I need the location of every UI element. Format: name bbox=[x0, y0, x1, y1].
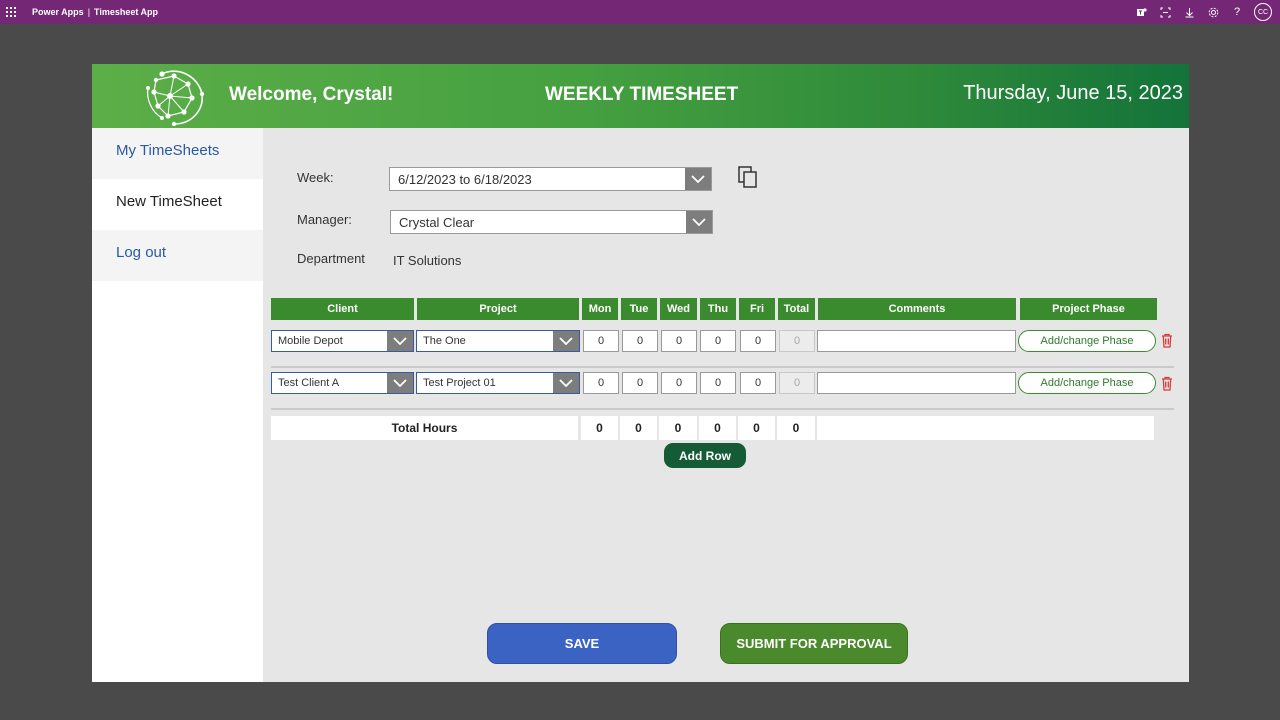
avatar[interactable]: CC bbox=[1254, 3, 1272, 21]
week-label: Week: bbox=[297, 170, 334, 185]
client-dropdown[interactable]: Mobile Depot bbox=[271, 330, 414, 352]
add-change-phase-button[interactable]: Add/change Phase bbox=[1018, 372, 1156, 394]
teams-icon[interactable] bbox=[1134, 4, 1148, 20]
add-row-button[interactable]: Add Row bbox=[664, 443, 746, 468]
mon-hours-input[interactable]: 0 bbox=[583, 330, 619, 352]
total-mon: 0 bbox=[581, 416, 618, 440]
chevron-down-icon[interactable] bbox=[686, 211, 712, 233]
power-apps-bar: Power Apps | Timesheet App ? CC bbox=[0, 0, 1280, 24]
current-date: Thursday, June 15, 2023 bbox=[963, 82, 1183, 104]
chevron-down-icon[interactable] bbox=[685, 168, 711, 190]
thu-hours-input[interactable]: 0 bbox=[700, 372, 736, 394]
sidebar: My TimeSheets New TimeSheet Log out bbox=[92, 128, 263, 682]
totals-comment-area bbox=[817, 416, 1154, 440]
copy-icon[interactable] bbox=[738, 166, 758, 188]
page-title: WEEKLY TIMESHEET bbox=[545, 84, 739, 105]
row-divider bbox=[271, 366, 1174, 368]
manager-dropdown[interactable]: Crystal Clear bbox=[390, 210, 713, 234]
manager-value: Crystal Clear bbox=[399, 214, 475, 230]
row-total: 0 bbox=[779, 330, 815, 352]
wed-hours-input[interactable]: 0 bbox=[661, 330, 697, 352]
delete-row-icon[interactable] bbox=[1161, 376, 1173, 391]
app-title: Power Apps | Timesheet App bbox=[32, 7, 158, 17]
wed-hours-input[interactable]: 0 bbox=[661, 372, 697, 394]
total-tue: 0 bbox=[620, 416, 657, 440]
settings-icon[interactable] bbox=[1206, 4, 1220, 20]
title-separator: | bbox=[87, 7, 91, 17]
column-header-project: Project bbox=[417, 298, 579, 320]
tue-hours-input[interactable]: 0 bbox=[622, 330, 658, 352]
chevron-down-icon[interactable] bbox=[387, 373, 413, 393]
thu-hours-input[interactable]: 0 bbox=[700, 330, 736, 352]
sidebar-item-my-timesheets[interactable]: My TimeSheets bbox=[92, 128, 263, 179]
topbar-actions: ? CC bbox=[1134, 3, 1272, 21]
column-header-tue: Tue bbox=[621, 298, 657, 320]
project-value: The One bbox=[423, 335, 466, 347]
fri-hours-input[interactable]: 0 bbox=[740, 372, 776, 394]
week-dropdown[interactable]: 6/12/2023 to 6/18/2023 bbox=[389, 167, 712, 191]
total-week: 0 bbox=[777, 416, 815, 440]
client-value: Mobile Depot bbox=[278, 335, 343, 347]
submit-for-approval-button[interactable]: SUBMIT FOR APPROVAL bbox=[720, 623, 908, 664]
column-header-thu: Thu bbox=[700, 298, 736, 320]
client-dropdown[interactable]: Test Client A bbox=[271, 372, 414, 394]
chevron-down-icon[interactable] bbox=[553, 331, 579, 351]
tue-hours-input[interactable]: 0 bbox=[622, 372, 658, 394]
delete-row-icon[interactable] bbox=[1161, 333, 1173, 348]
column-header-comments: Comments bbox=[818, 298, 1016, 320]
project-dropdown[interactable]: Test Project 01 bbox=[416, 372, 580, 394]
mon-hours-input[interactable]: 0 bbox=[583, 372, 619, 394]
column-header-project-phase: Project Phase bbox=[1020, 298, 1157, 320]
department-value: IT Solutions bbox=[393, 253, 462, 268]
timesheet-app: Welcome, Crystal! WEEKLY TIMESHEET Thurs… bbox=[92, 64, 1189, 682]
department-label: Department bbox=[297, 251, 365, 266]
comments-input[interactable] bbox=[817, 330, 1016, 352]
total-wed: 0 bbox=[659, 416, 697, 440]
row-divider bbox=[271, 408, 1174, 410]
fit-screen-icon[interactable] bbox=[1158, 4, 1172, 20]
total-thu: 0 bbox=[699, 416, 736, 440]
manager-label: Manager: bbox=[297, 212, 352, 227]
download-icon[interactable] bbox=[1182, 4, 1196, 20]
column-header-mon: Mon bbox=[582, 298, 618, 320]
add-change-phase-button[interactable]: Add/change Phase bbox=[1018, 330, 1156, 352]
total-fri: 0 bbox=[738, 416, 775, 440]
globe-network-logo-icon bbox=[146, 70, 205, 126]
column-header-wed: Wed bbox=[660, 298, 697, 320]
help-icon[interactable]: ? bbox=[1230, 4, 1244, 20]
column-header-total: Total bbox=[778, 298, 815, 320]
row-total: 0 bbox=[779, 372, 815, 394]
fri-hours-input[interactable]: 0 bbox=[740, 330, 776, 352]
app-header: Welcome, Crystal! WEEKLY TIMESHEET Thurs… bbox=[92, 64, 1189, 128]
column-header-fri: Fri bbox=[739, 298, 775, 320]
chevron-down-icon[interactable] bbox=[387, 331, 413, 351]
app-name: Timesheet App bbox=[94, 7, 159, 17]
brand-name: Power Apps bbox=[32, 7, 84, 17]
column-header-client: Client bbox=[271, 298, 414, 320]
save-button[interactable]: SAVE bbox=[487, 623, 677, 664]
total-hours-label: Total Hours bbox=[271, 416, 578, 440]
welcome-message: Welcome, Crystal! bbox=[229, 84, 394, 105]
client-value: Test Client A bbox=[278, 377, 340, 389]
sidebar-item-new-timesheet[interactable]: New TimeSheet bbox=[92, 179, 263, 230]
sidebar-item-log-out[interactable]: Log out bbox=[92, 230, 263, 281]
waffle-icon[interactable] bbox=[6, 7, 28, 17]
project-dropdown[interactable]: The One bbox=[416, 330, 580, 352]
project-value: Test Project 01 bbox=[423, 377, 496, 389]
week-value: 6/12/2023 to 6/18/2023 bbox=[398, 171, 532, 187]
chevron-down-icon[interactable] bbox=[553, 373, 579, 393]
comments-input[interactable] bbox=[817, 372, 1016, 394]
